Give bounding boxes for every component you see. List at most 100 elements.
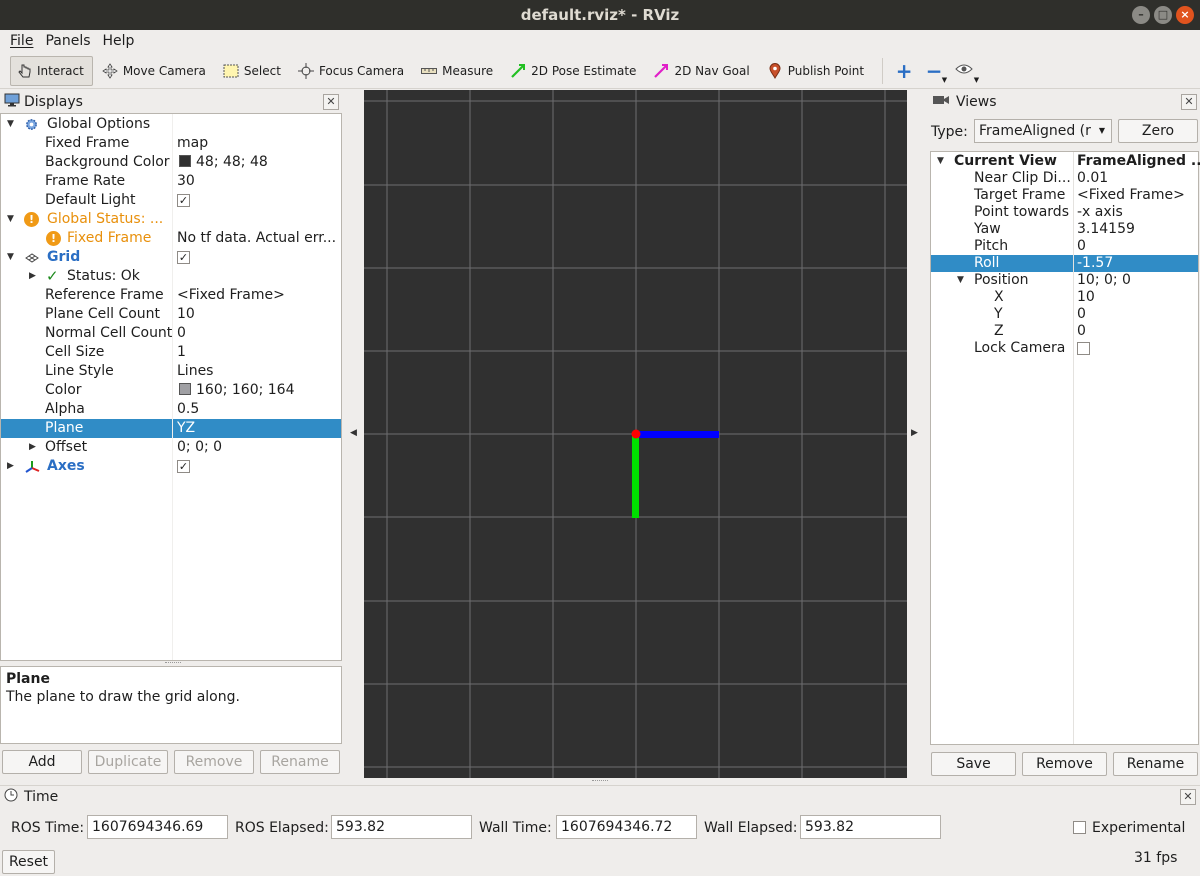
splitter-handle[interactable] xyxy=(165,662,181,665)
remove-display-button[interactable]: Remove xyxy=(174,750,254,774)
view-row-position[interactable]: ▼ Position 10; 0; 0 xyxy=(931,272,1198,289)
collapsed-arrow-icon[interactable]: ▶ xyxy=(7,457,14,476)
tree-row-fixed-frame-status[interactable]: ! Fixed Frame No tf data. Actual err... xyxy=(1,229,341,248)
tree-row-grid[interactable]: ▼ Grid ✓ xyxy=(1,248,341,267)
ros-elapsed-field[interactable]: 593.82 xyxy=(331,815,472,839)
expand-arrow-icon[interactable]: ▼ xyxy=(7,210,14,229)
view-row-lock-camera[interactable]: Lock Camera xyxy=(931,340,1198,357)
focus-camera-tool-button[interactable]: Focus Camera xyxy=(293,56,412,86)
tree-row-grid-status[interactable]: ▶ ✓ Status: Ok xyxy=(1,267,341,286)
select-tool-button[interactable]: Select xyxy=(218,56,289,86)
row-value[interactable]: -x axis xyxy=(1077,204,1123,221)
row-value[interactable]: 0 xyxy=(1077,238,1086,255)
remove-tool-button[interactable]: − ▼ xyxy=(919,56,949,86)
view-row-near-clip[interactable]: Near Clip Di... 0.01 xyxy=(931,170,1198,187)
pose-estimate-tool-button[interactable]: 2D Pose Estimate xyxy=(505,56,644,86)
row-value[interactable]: -1.57 xyxy=(1077,255,1113,272)
view-row-position-x[interactable]: X 10 xyxy=(931,289,1198,306)
tree-row-color[interactable]: Color 160; 160; 164 xyxy=(1,381,341,400)
save-view-button[interactable]: Save xyxy=(931,752,1016,776)
row-value[interactable]: 0 xyxy=(1077,323,1086,340)
displays-tree[interactable]: ▼ Global Options Fixed Frame map Backgro… xyxy=(0,113,342,661)
wall-elapsed-field[interactable]: 593.82 xyxy=(800,815,941,839)
row-value[interactable]: ✓ xyxy=(177,457,190,476)
menu-file[interactable]: File xyxy=(4,33,39,49)
tree-row-offset[interactable]: ▶ Offset 0; 0; 0 xyxy=(1,438,341,457)
row-value[interactable]: 0; 0; 0 xyxy=(177,438,222,457)
row-value[interactable]: 10; 0; 0 xyxy=(1077,272,1131,289)
tree-row-global-status[interactable]: ▼ ! Global Status: ... xyxy=(1,210,341,229)
expand-arrow-icon[interactable]: ▼ xyxy=(937,153,944,170)
column-divider[interactable] xyxy=(172,114,173,660)
tree-row-cell-size[interactable]: Cell Size 1 xyxy=(1,343,341,362)
publish-point-tool-button[interactable]: Publish Point xyxy=(762,56,872,86)
tool-properties-button[interactable]: ▼ xyxy=(949,56,979,86)
column-divider[interactable] xyxy=(1073,152,1074,744)
tree-row-plane-cell-count[interactable]: Plane Cell Count 10 xyxy=(1,305,341,324)
row-value[interactable]: map xyxy=(177,134,208,153)
tree-row-reference-frame[interactable]: Reference Frame <Fixed Frame> xyxy=(1,286,341,305)
remove-view-button[interactable]: Remove xyxy=(1022,752,1107,776)
view-row-point-towards[interactable]: Point towards -x axis xyxy=(931,204,1198,221)
tree-row-global-options[interactable]: ▼ Global Options xyxy=(1,115,341,134)
collapse-left-panel-icon[interactable]: ◀ xyxy=(350,428,357,438)
axes-enabled-checkbox[interactable]: ✓ xyxy=(177,459,190,473)
add-display-button[interactable]: Add xyxy=(2,750,82,774)
minimize-icon[interactable]: – xyxy=(1132,6,1150,24)
maximize-icon[interactable]: □ xyxy=(1154,6,1172,24)
ros-time-field[interactable]: 1607694346.69 xyxy=(87,815,228,839)
row-value[interactable]: ✓ xyxy=(177,248,190,267)
view-row-yaw[interactable]: Yaw 3.14159 xyxy=(931,221,1198,238)
expand-arrow-icon[interactable]: ▼ xyxy=(7,248,14,267)
view-row-target-frame[interactable]: Target Frame <Fixed Frame> xyxy=(931,187,1198,204)
collapsed-arrow-icon[interactable]: ▶ xyxy=(29,438,36,457)
tree-row-default-light[interactable]: Default Light ✓ xyxy=(1,191,341,210)
row-value[interactable]: 10 xyxy=(177,305,195,324)
row-value[interactable]: 3.14159 xyxy=(1077,221,1135,238)
duplicate-display-button[interactable]: Duplicate xyxy=(88,750,168,774)
lock-camera-checkbox[interactable] xyxy=(1077,341,1090,355)
menu-help[interactable]: Help xyxy=(97,33,141,49)
tree-row-fixed-frame[interactable]: Fixed Frame map xyxy=(1,134,341,153)
row-value[interactable]: 1 xyxy=(177,343,186,362)
menu-panels[interactable]: Panels xyxy=(39,33,96,49)
row-value[interactable]: 0.5 xyxy=(177,400,199,419)
nav-goal-tool-button[interactable]: 2D Nav Goal xyxy=(648,56,757,86)
view-type-select[interactable]: FrameAligned (r ▼ xyxy=(974,119,1112,143)
row-value[interactable]: 0 xyxy=(1077,306,1086,323)
tree-row-plane[interactable]: Plane YZ xyxy=(1,419,341,438)
close-displays-icon[interactable]: ✕ xyxy=(323,94,339,110)
wall-time-field[interactable]: 1607694346.72 xyxy=(556,815,697,839)
row-value[interactable]: 160; 160; 164 xyxy=(179,381,295,400)
row-value[interactable]: 10 xyxy=(1077,289,1095,306)
render-viewport[interactable] xyxy=(364,90,907,778)
tree-row-line-style[interactable]: Line Style Lines xyxy=(1,362,341,381)
row-value[interactable]: <Fixed Frame> xyxy=(177,286,285,305)
close-window-icon[interactable]: × xyxy=(1176,6,1194,24)
row-value[interactable]: 30 xyxy=(177,172,195,191)
expand-arrow-icon[interactable]: ▼ xyxy=(957,272,964,289)
zero-view-button[interactable]: Zero xyxy=(1118,119,1198,143)
experimental-checkbox[interactable] xyxy=(1073,821,1086,834)
add-tool-button[interactable]: + xyxy=(889,56,919,86)
interact-tool-button[interactable]: Interact xyxy=(10,55,93,86)
viewport-splitter-handle[interactable] xyxy=(592,780,608,783)
collapsed-arrow-icon[interactable]: ▶ xyxy=(29,267,36,286)
collapse-right-panel-icon[interactable]: ▶ xyxy=(911,428,918,438)
view-row-position-y[interactable]: Y 0 xyxy=(931,306,1198,323)
rename-view-button[interactable]: Rename xyxy=(1113,752,1198,776)
tree-row-axes[interactable]: ▶ Axes ✓ xyxy=(1,457,341,476)
grid-enabled-checkbox[interactable]: ✓ xyxy=(177,250,190,264)
tree-row-alpha[interactable]: Alpha 0.5 xyxy=(1,400,341,419)
close-views-icon[interactable]: ✕ xyxy=(1181,94,1197,110)
views-tree[interactable]: ▼ Current View FrameAligned ... Near Cli… xyxy=(930,151,1200,745)
row-value[interactable]: 0 xyxy=(177,324,186,343)
view-row-roll[interactable]: Roll -1.57 xyxy=(931,255,1198,272)
row-value[interactable]: Lines xyxy=(177,362,213,381)
tree-row-frame-rate[interactable]: Frame Rate 30 xyxy=(1,172,341,191)
view-row-position-z[interactable]: Z 0 xyxy=(931,323,1198,340)
expand-arrow-icon[interactable]: ▼ xyxy=(7,115,14,134)
measure-tool-button[interactable]: Measure xyxy=(416,56,501,86)
tree-row-normal-cell-count[interactable]: Normal Cell Count 0 xyxy=(1,324,341,343)
close-time-icon[interactable]: ✕ xyxy=(1180,789,1196,805)
